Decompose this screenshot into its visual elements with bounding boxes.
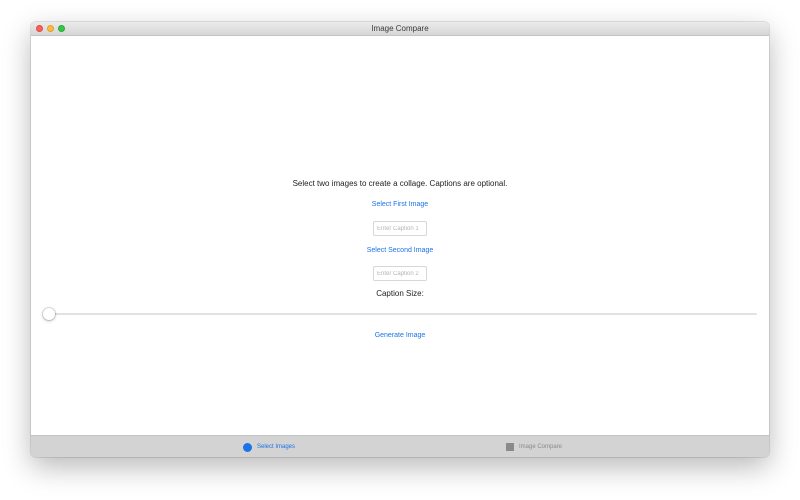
app-window: Image Compare Select two images to creat… xyxy=(31,22,769,457)
caption-size-slider-thumb[interactable] xyxy=(43,308,55,320)
title-bar[interactable]: Image Compare xyxy=(31,22,769,36)
tab-select-images-label: Select Images xyxy=(257,444,296,450)
caption-1-input[interactable] xyxy=(373,221,427,236)
select-first-image-row: Select First Image xyxy=(31,201,769,208)
caption-size-label: Caption Size: xyxy=(376,289,424,298)
window-title: Image Compare xyxy=(371,24,429,33)
tab-select-images[interactable]: Select Images xyxy=(243,436,295,457)
select-second-image-button[interactable]: Select Second Image xyxy=(367,247,434,254)
generate-image-row: Generate Image xyxy=(31,332,769,339)
circle-icon xyxy=(243,442,252,452)
select-second-image-row: Select Second Image xyxy=(31,247,769,254)
caption-2-input[interactable] xyxy=(373,266,427,281)
instructions-text: Select two images to create a collage. C… xyxy=(292,179,508,188)
tab-image-compare-label: Image Compare xyxy=(519,444,563,450)
tab-bar: Select Images Image Compare xyxy=(31,435,769,457)
tab-image-compare[interactable]: Image Compare xyxy=(506,436,562,457)
select-first-image-button[interactable]: Select First Image xyxy=(372,201,428,208)
generate-image-button[interactable]: Generate Image xyxy=(375,332,426,339)
main-content: Select two images to create a collage. C… xyxy=(31,36,769,435)
square-icon xyxy=(506,443,514,451)
caption-size-slider-track[interactable] xyxy=(48,313,757,315)
